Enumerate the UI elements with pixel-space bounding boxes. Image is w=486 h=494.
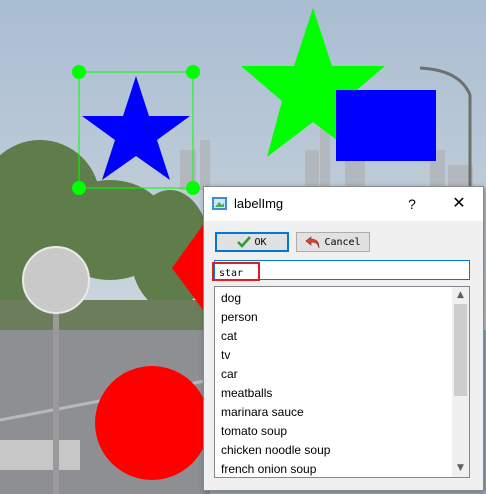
scroll-down-icon[interactable]: ▼ [452, 460, 469, 477]
list-item[interactable]: cat [215, 327, 469, 346]
blue-rectangle [336, 90, 436, 161]
dialog-title: labelImg [234, 196, 284, 211]
label-list[interactable]: dog person cat tv car meatballs marinara sauce… [214, 286, 470, 478]
list-item[interactable]: chicken noodle soup [215, 441, 469, 460]
list-item[interactable]: french onion soup [215, 460, 469, 477]
scroll-up-icon[interactable]: ▲ [452, 287, 469, 304]
selection-handle-top-right[interactable] [186, 65, 200, 79]
labelimg-app-icon [212, 197, 227, 210]
list-item[interactable]: person [215, 308, 469, 327]
ok-button[interactable]: OK [215, 232, 289, 252]
label-list-items: dog person cat tv car meatballs marinara sauce… [215, 287, 469, 477]
list-item[interactable]: tomato soup [215, 422, 469, 441]
scroll-thumb[interactable] [454, 304, 467, 396]
red-circle [95, 366, 209, 480]
list-item[interactable]: dog [215, 289, 469, 308]
selection-handle-bottom-left[interactable] [72, 181, 86, 195]
list-scrollbar[interactable]: ▲ ▼ [452, 287, 469, 477]
road-sign [22, 246, 90, 314]
label-input-box[interactable] [214, 260, 470, 282]
cancel-button[interactable]: Cancel [296, 232, 370, 252]
dialog-titlebar[interactable]: labelImg ? ✕ [204, 187, 483, 221]
selection-handle-top-left[interactable] [72, 65, 86, 79]
close-button[interactable]: ✕ [444, 192, 474, 216]
undo-arrow-icon [305, 235, 320, 248]
selection-handle-bottom-right[interactable] [186, 181, 200, 195]
list-item[interactable]: marinara sauce [215, 403, 469, 422]
help-button[interactable]: ? [400, 192, 424, 216]
label-input[interactable] [215, 265, 459, 282]
checkmark-icon [237, 236, 252, 248]
list-item[interactable]: tv [215, 346, 469, 365]
label-dialog: labelImg ? ✕ OK Cancel dogpersoncattvcar… [203, 186, 484, 491]
hedge [0, 300, 210, 330]
cancel-label: Cancel [324, 236, 361, 248]
ok-label: OK [254, 236, 267, 248]
guardrail [0, 440, 80, 470]
list-item[interactable]: meatballs [215, 384, 469, 403]
list-item[interactable]: car [215, 365, 469, 384]
